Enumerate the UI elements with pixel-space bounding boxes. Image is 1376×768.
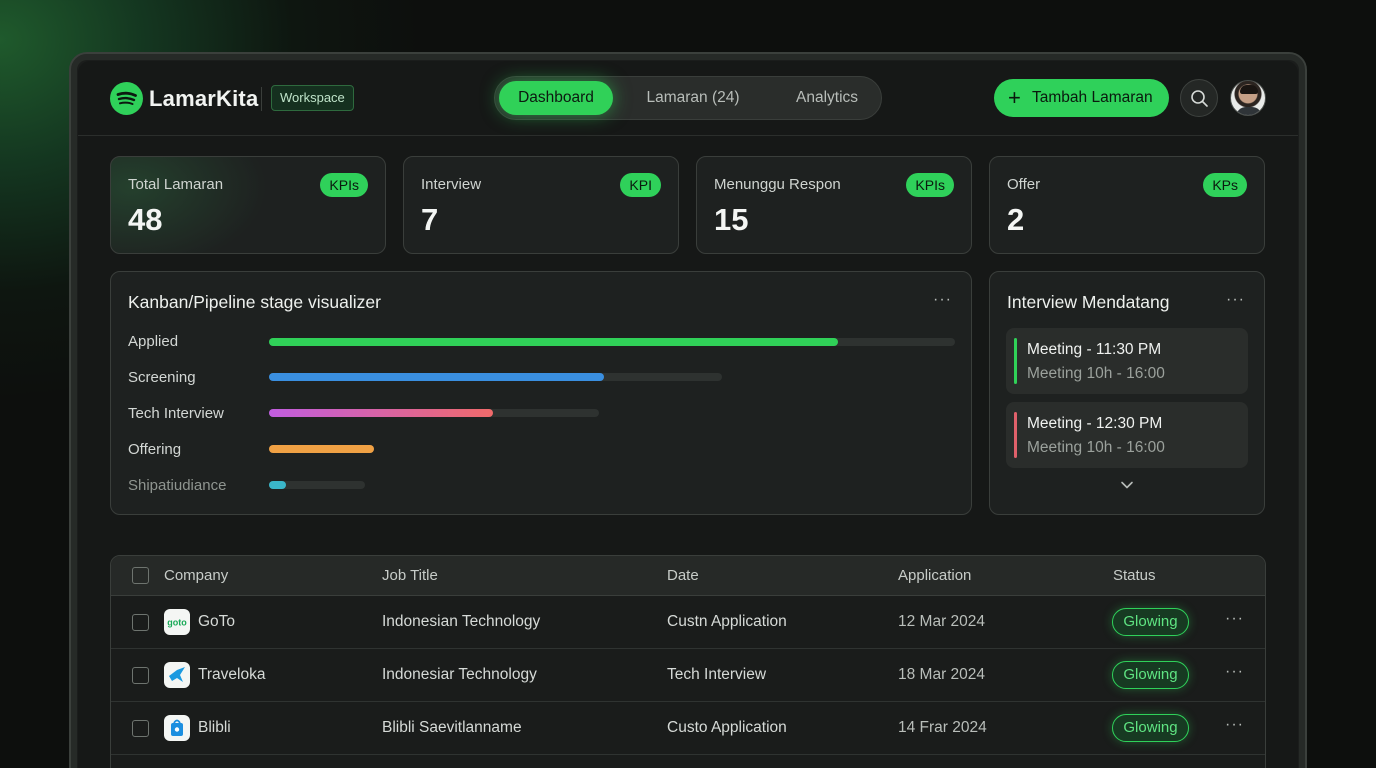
stage-track-tech-interview [269,409,599,417]
search-icon [1191,90,1208,107]
job-title: Indonesian Technology [382,613,541,630]
kpi-label: Interview [421,176,482,193]
kpi-label: Offer [1007,176,1041,193]
brand-name: LamarKita [149,86,259,111]
stage-track-applied [269,338,955,346]
tab-analytics[interactable]: Analytics [775,81,879,115]
company-name: Blibli [198,719,231,736]
application-cell: 18 Mar 2024 [898,666,986,683]
plus-icon: + [1008,85,1021,110]
date-cell: Custo Application [667,719,787,736]
pipeline-card: Kanban/Pipeline stage visualizer ··· App… [110,271,972,515]
blibli-logo-icon [164,715,190,741]
kpi-badge: KPIs [320,173,368,197]
interview-item[interactable]: Meeting - 12:30 PM Meeting 10h - 16:00 [1006,402,1248,468]
column-header-status[interactable]: Status [1113,567,1156,584]
kpi-badge: KPs [1203,173,1247,197]
interview-accent [1014,412,1017,458]
logo-icon[interactable] [110,82,143,115]
kpi-card-offer: Offer 2 KPs [989,156,1265,254]
kpi-value: 15 [714,202,749,237]
application-cell: 12 Mar 2024 [898,613,986,630]
table-header: Company Job Title Date Application Statu… [111,556,1265,596]
status-badge[interactable]: Glowing [1112,714,1189,742]
interview-title: Meeting - 12:30 PM [1027,415,1163,432]
stage-bar-offering [269,445,374,453]
stage-track-offering [269,445,374,453]
stage-label-applied: Applied [128,333,179,350]
brand-divider [261,87,262,111]
interview-item[interactable]: Meeting - 11:30 PM Meeting 10h - 16:00 [1006,328,1248,394]
user-avatar[interactable] [1230,80,1266,116]
tab-lamaran[interactable]: Lamaran (24) [627,81,759,115]
interview-title: Meeting - 11:30 PM [1027,341,1162,358]
kpi-value: 48 [128,202,163,237]
search-button[interactable] [1180,79,1218,117]
main-tabs: Dashboard Lamaran (24) Analytics [494,76,882,120]
stage-label-tech-interview: Tech Interview [128,405,224,422]
pipeline-more-icon[interactable]: ··· [933,291,952,309]
stage-bar-tech-interview [269,409,494,417]
interviews-title: Interview Mendatang [1007,292,1170,312]
column-header-date[interactable]: Date [667,567,699,584]
upcoming-interviews-card: Interview Mendatang ··· Meeting - 11:30 … [989,271,1265,515]
stage-label-offering: Offering [128,441,182,458]
workspace-badge[interactable]: Workspace [271,85,354,111]
table-row[interactable]: goto GoTo Indonesian Technology Custn Ap… [111,596,1265,649]
job-title: Indonesiar Technology [382,666,537,683]
add-application-label: Tambah Lamaran [1032,89,1153,106]
kpi-value: 7 [421,202,439,237]
column-header-application[interactable]: Application [898,567,971,584]
app-window: LamarKita Workspace Dashboard Lamaran (2… [78,61,1298,768]
stage-label-screening: Screening [128,369,196,386]
top-header: LamarKita Workspace Dashboard Lamaran (2… [78,61,1298,136]
date-cell: Tech Interview [667,666,767,683]
stage-bar-last [269,481,287,489]
kpi-card-interview: Interview 7 KPI [403,156,679,254]
company-name: GoTo [198,613,236,630]
goto-logo-icon: goto [164,609,190,635]
interview-subtitle: Meeting 10h - 16:00 [1027,365,1165,382]
tab-dashboard[interactable]: Dashboard [499,81,613,115]
status-badge[interactable]: Glowing [1112,661,1189,689]
pipeline-title: Kanban/Pipeline stage visualizer [128,292,381,312]
row-more-icon[interactable]: ··· [1225,610,1244,628]
status-badge[interactable]: Glowing [1112,608,1189,636]
row-checkbox[interactable] [132,720,149,737]
interview-subtitle: Meeting 10h - 16:00 [1027,439,1165,456]
traveloka-logo-icon [164,662,190,688]
stage-track-last [269,481,365,489]
application-cell: 14 Frar 2024 [898,719,987,736]
stage-label-last: Shipatiudiance [128,477,227,494]
stage-bar-screening [269,373,605,381]
kpi-badge: KPIs [906,173,954,197]
kpi-label: Menunggu Respon [714,176,841,193]
table-row[interactable]: Blibli Blibli Saevitlanname Custo Applic… [111,702,1265,755]
svg-text:goto: goto [167,618,187,628]
kpi-badge: KPI [620,173,661,197]
kpi-label: Total Lamaran [128,176,224,193]
select-all-checkbox[interactable] [132,567,149,584]
job-title: Blibli Saevitlanname [382,719,522,736]
row-checkbox[interactable] [132,614,149,631]
table-row[interactable]: Traveloka Indonesiar Technology Tech Int… [111,649,1265,702]
kpi-value: 2 [1007,202,1025,237]
company-name: Traveloka [198,666,266,683]
stage-bar-applied [269,338,839,346]
column-header-job-title[interactable]: Job Title [382,567,438,584]
row-more-icon[interactable]: ··· [1225,663,1244,681]
add-application-button[interactable]: + Tambah Lamaran [994,79,1169,117]
stage-track-screening [269,373,722,381]
row-more-icon[interactable]: ··· [1225,716,1244,734]
interview-accent [1014,338,1017,384]
interviews-more-icon[interactable]: ··· [1226,291,1245,309]
chevron-down-icon[interactable] [1120,480,1134,490]
column-header-company[interactable]: Company [164,567,228,584]
applications-table: Company Job Title Date Application Statu… [110,555,1266,768]
date-cell: Custn Application [667,613,787,630]
kpi-card-total: Total Lamaran 48 KPIs [110,156,386,254]
kpi-card-waiting: Menunggu Respon 15 KPIs [696,156,972,254]
row-checkbox[interactable] [132,667,149,684]
